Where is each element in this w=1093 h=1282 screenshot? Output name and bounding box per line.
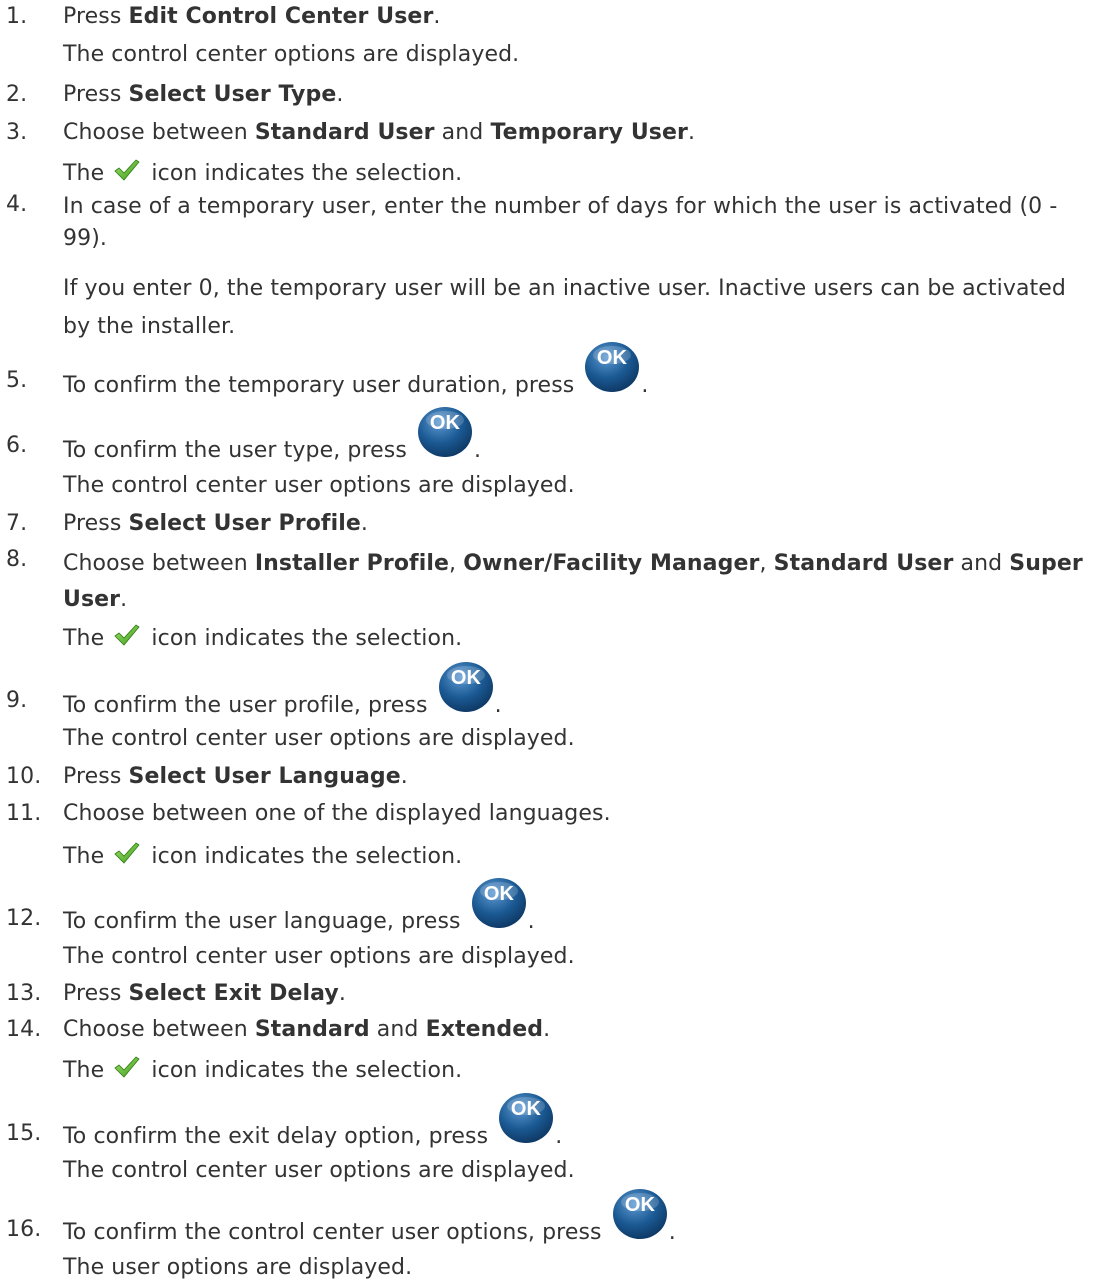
step-bold: Select Exit Delay [128, 981, 339, 1006]
step-number: 2. [6, 82, 28, 107]
step-result: The user options are displayed. [63, 1255, 413, 1280]
step-bold: Select User Profile [128, 511, 361, 536]
step-result: The control center options are displayed… [63, 42, 520, 67]
step-instruction: Choose between Installer Profile, Owner/… [63, 551, 1083, 612]
step-result: The control center user options are disp… [63, 1158, 575, 1183]
step-number: 10. [6, 764, 42, 789]
step-result: The control center user options are disp… [63, 726, 575, 751]
step-result: The icon indicates the selection. [63, 841, 1087, 869]
step-number: 3. [6, 120, 28, 145]
step-instruction: Press Select User Type. [63, 82, 344, 107]
step-number: 13. [6, 981, 42, 1006]
step-instruction: Press Edit Control Center User. [63, 4, 441, 29]
step-number: 12. [6, 906, 42, 931]
step-result: If you enter 0, the temporary user will … [63, 276, 1066, 339]
step-instruction: To confirm the exit delay option, press … [63, 1087, 1087, 1149]
ok-button-icon [497, 1087, 555, 1145]
step-result: The icon indicates the selection. [63, 623, 1087, 651]
checkmark-icon [113, 1055, 140, 1079]
ok-button-icon [583, 336, 641, 394]
ok-button-icon [470, 872, 528, 930]
step-instruction: To confirm the user profile, press . [63, 656, 1087, 718]
step-bold: Extended [425, 1017, 544, 1042]
ok-button-icon [437, 656, 495, 714]
ok-button-icon [611, 1183, 669, 1241]
step-bold: Edit Control Center User [128, 4, 434, 29]
step-number: 16. [6, 1217, 42, 1242]
step-instruction: Press Select Exit Delay. [63, 981, 346, 1006]
step-instruction: Press Select User Language. [63, 764, 408, 789]
step-number: 4. [6, 192, 28, 217]
step-instruction: Choose between Standard User and Tempora… [63, 120, 696, 145]
step-bold: Select User Type [128, 82, 337, 107]
step-bold: Temporary User [490, 120, 688, 145]
step-result: The control center user options are disp… [63, 473, 575, 498]
step-bold: Standard User [254, 120, 435, 145]
step-instruction: Choose between Standard and Extended. [63, 1017, 551, 1042]
step-number: 9. [6, 688, 28, 713]
step-instruction: To confirm the user language, press . [63, 872, 1087, 934]
step-instruction: To confirm the control center user optio… [63, 1183, 1087, 1245]
step-result: The control center user options are disp… [63, 944, 575, 969]
step-number: 6. [6, 433, 28, 458]
step-number: 15. [6, 1121, 42, 1146]
step-number: 11. [6, 801, 42, 826]
step-number: 8. [6, 547, 28, 572]
step-bold: Standard User [773, 551, 954, 576]
step-instruction: To confirm the user type, press . [63, 401, 1087, 463]
step-bold: Standard [254, 1017, 370, 1042]
step-bold: Owner/Facility Manager [463, 551, 760, 576]
checkmark-icon [113, 623, 140, 647]
checkmark-icon [113, 158, 140, 182]
ok-button-icon [416, 401, 474, 459]
step-number: 5. [6, 368, 28, 393]
step-bold: Select User Language [128, 764, 401, 789]
step-result: The icon indicates the selection. [63, 1055, 1087, 1083]
step-instruction: Choose between one of the displayed lang… [63, 801, 611, 826]
step-instruction: To confirm the temporary user duration, … [63, 336, 1087, 398]
step-instruction: In case of a temporary user, enter the n… [63, 194, 1058, 251]
step-number: 7. [6, 511, 28, 536]
step-number: 14. [6, 1017, 42, 1042]
step-instruction: Press Select User Profile. [63, 511, 368, 536]
step-bold: Installer Profile [254, 551, 450, 576]
step-result: The icon indicates the selection. [63, 158, 1087, 186]
checkmark-icon [113, 841, 140, 865]
step-number: 1. [6, 4, 28, 29]
